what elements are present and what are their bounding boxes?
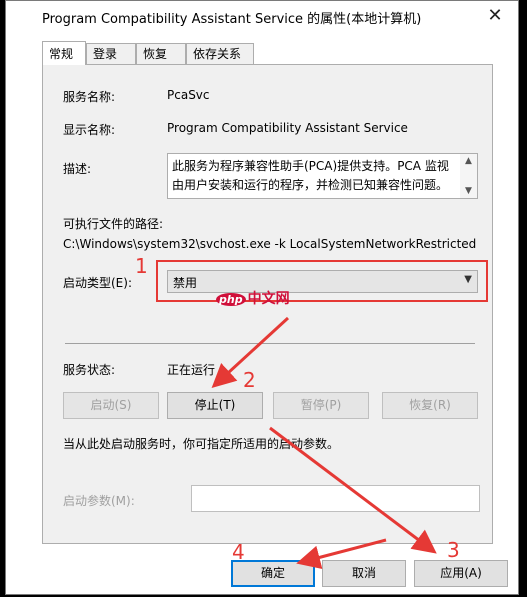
step-4-label: 4 [232,540,245,564]
status-value: 正在运行 [167,363,216,377]
display-name-label: 显示名称: [63,123,116,137]
apply-button[interactable]: 应用(A) [414,560,508,587]
ok-button[interactable]: 确定 [231,560,315,587]
divider [65,343,475,344]
params-hint: 当从此处启动服务时，你可指定所适用的启动参数。 [63,437,340,451]
resume-button[interactable]: 恢复(R) [382,392,478,419]
path-value: C:\Windows\system32\svchost.exe -k Local… [63,237,477,251]
pause-button[interactable]: 暂停(P) [273,392,369,419]
tab-recovery[interactable]: 恢复 [136,43,186,64]
scroll-down-icon[interactable]: ▼ [460,184,477,198]
description-text: 此服务为程序兼容性助手(PCA)提供支持。PCA 监视由用户安装和运行的程序，并… [172,159,449,192]
service-name-label: 服务名称: [63,90,116,104]
highlight-box [156,260,488,302]
startup-type-label: 启动类型(E): [63,276,132,290]
watermark-logo: php [216,293,246,306]
scroll-up-icon[interactable]: ▲ [460,154,477,168]
description-scrollbar[interactable]: ▲ ▼ [460,154,477,198]
params-input[interactable] [191,485,480,512]
display-name-value: Program Compatibility Assistant Service [167,121,408,135]
tab-general[interactable]: 常规 [42,41,86,65]
start-button[interactable]: 启动(S) [63,392,159,419]
window-title: Program Compatibility Assistant Service … [42,12,422,27]
cancel-button[interactable]: 取消 [322,560,406,587]
status-label: 服务状态: [63,363,116,377]
watermark: php 中文网 [216,288,290,308]
stop-button[interactable]: 停止(T) [167,392,263,419]
description-label: 描述: [63,162,92,176]
description-box[interactable]: 此服务为程序兼容性助手(PCA)提供支持。PCA 监视由用户安装和运行的程序，并… [167,153,478,199]
tab-logon[interactable]: 登录 [86,43,136,64]
step-3-label: 3 [447,538,460,562]
title-bar: Program Compatibility Assistant Service … [6,1,518,31]
params-label: 启动参数(M): [63,494,135,508]
close-icon[interactable]: ✕ [480,4,510,28]
step-2-label: 2 [243,368,256,392]
path-label: 可执行文件的路径: [63,217,164,231]
tab-dependencies[interactable]: 依存关系 [186,43,254,64]
watermark-text: 中文网 [247,291,290,307]
step-1-label: 1 [135,254,148,278]
service-name-value: PcaSvc [167,88,210,102]
